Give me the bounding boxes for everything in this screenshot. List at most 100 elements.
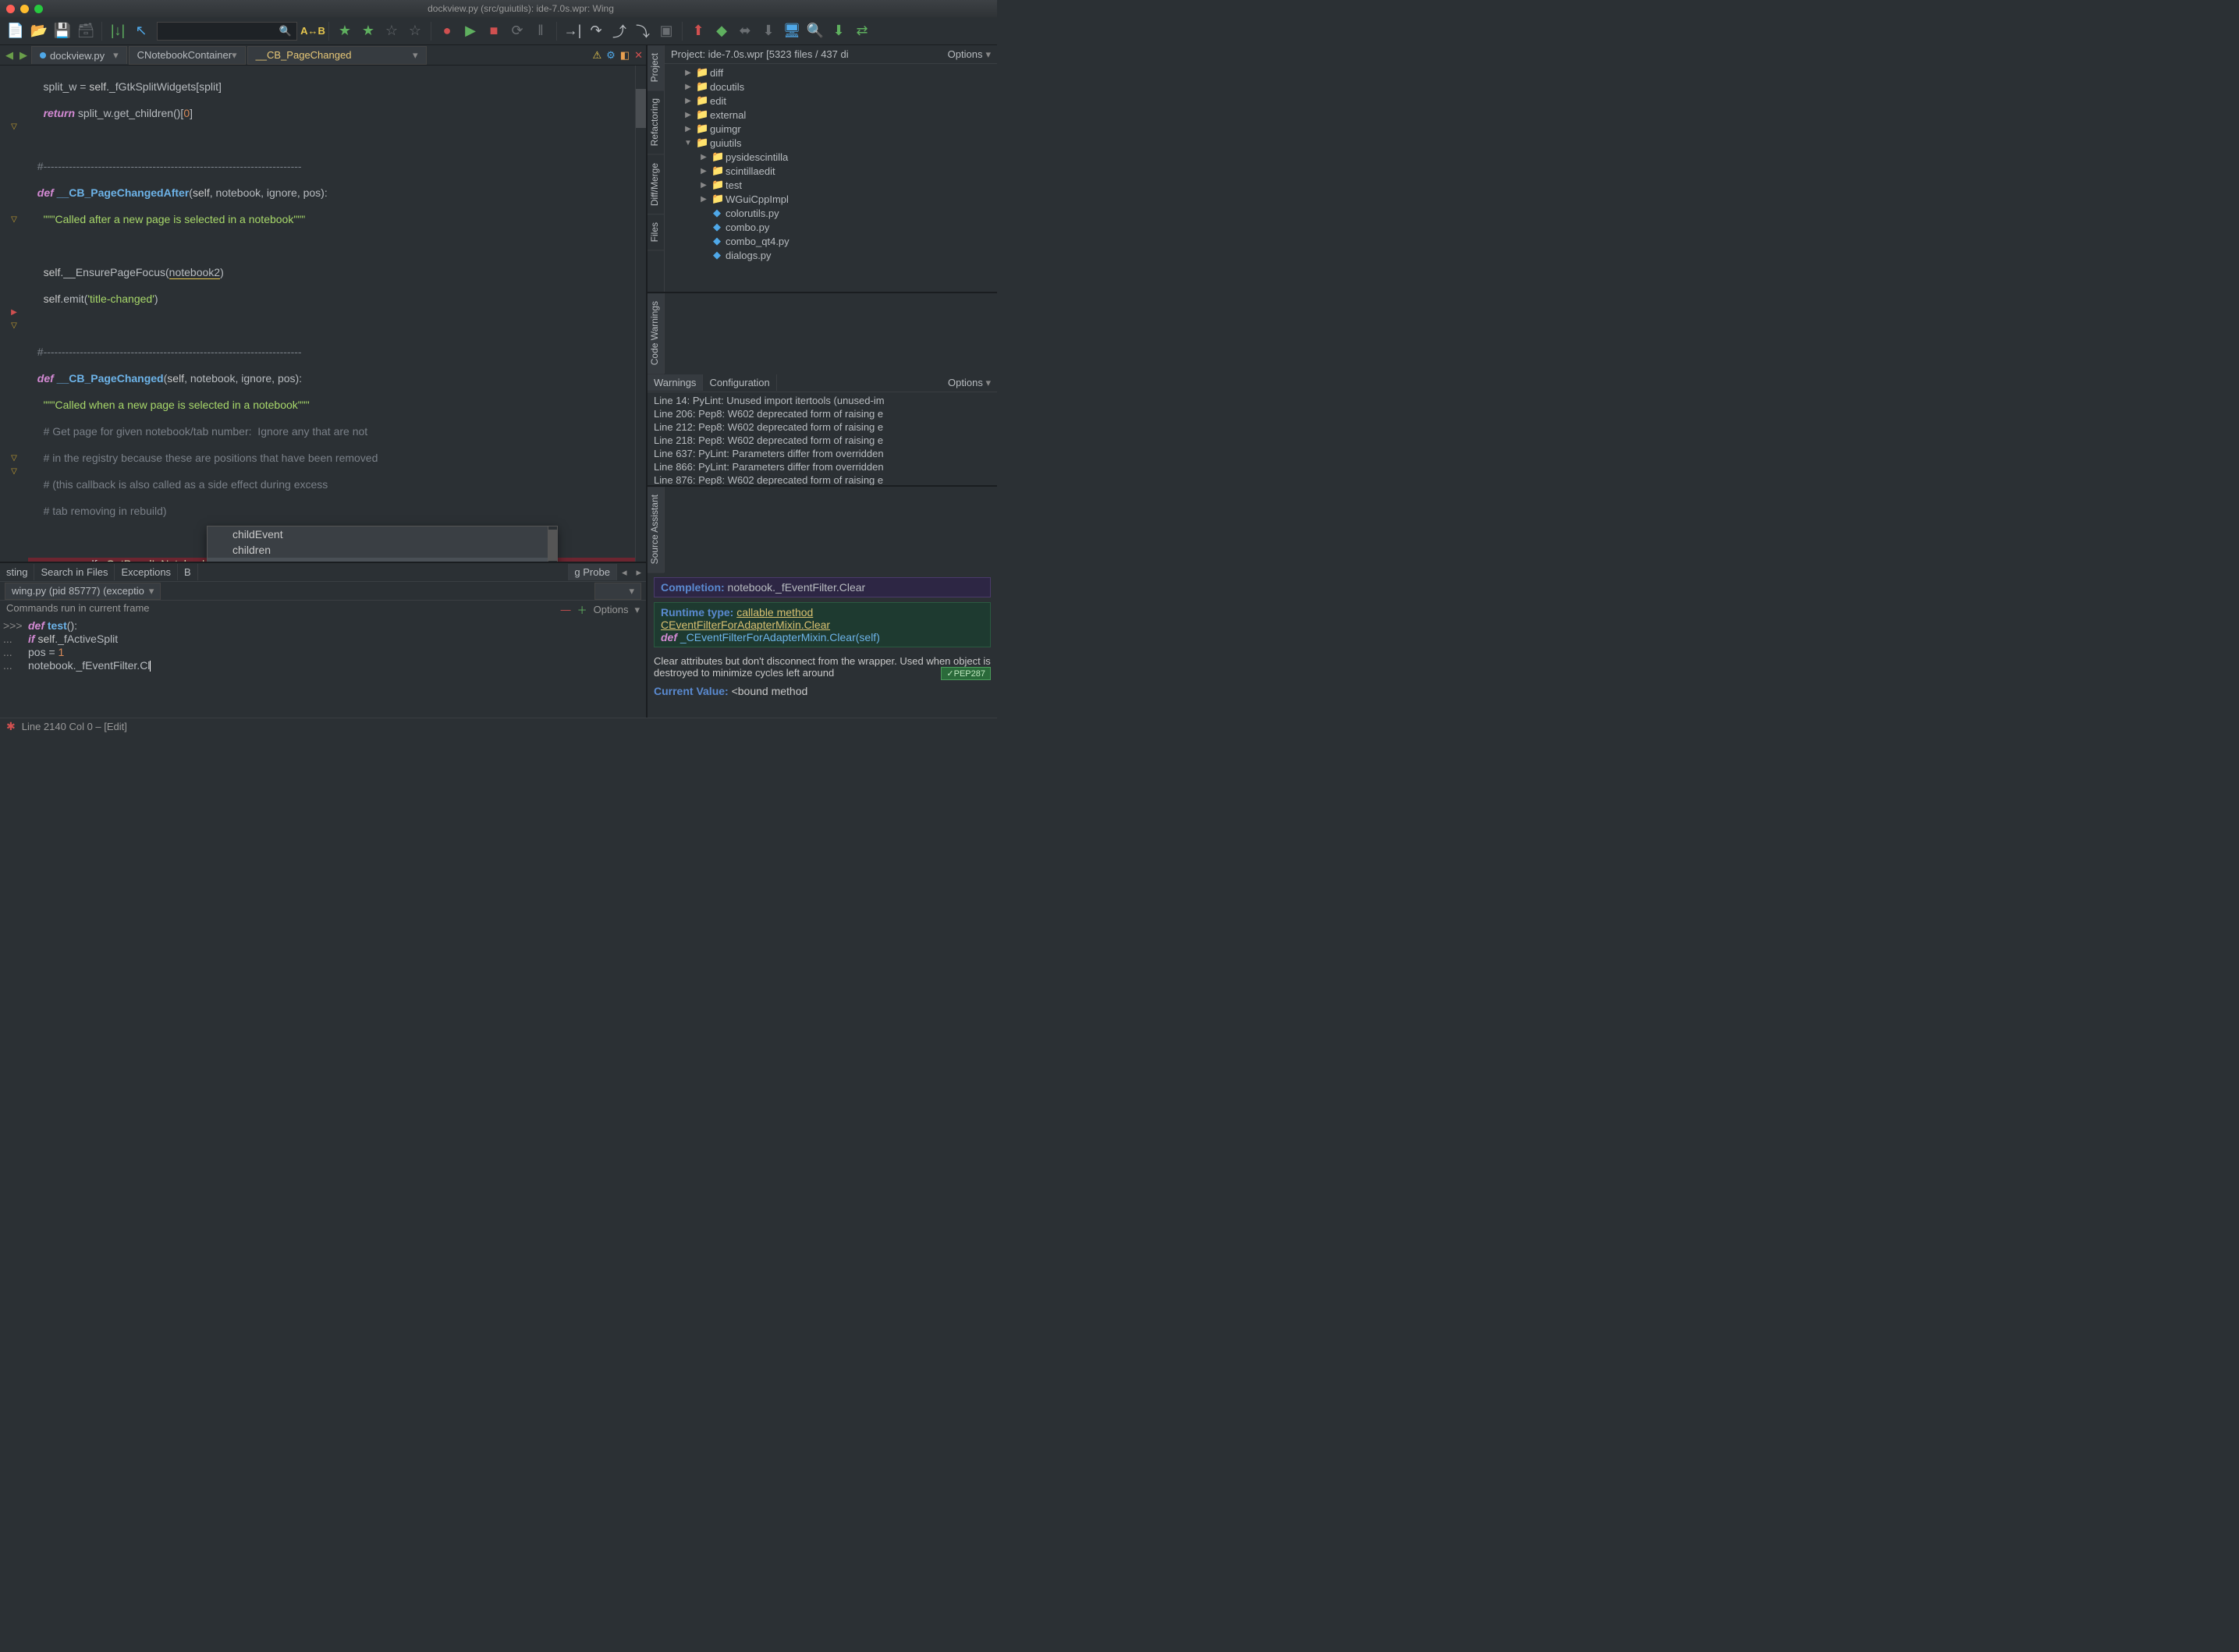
- breakpoint-button[interactable]: ●: [436, 20, 458, 42]
- project-options-button[interactable]: Options: [948, 48, 983, 60]
- debug-stop-button[interactable]: ■: [483, 20, 505, 42]
- debug-plus-button[interactable]: ＋: [577, 602, 587, 617]
- class-scope-dropdown[interactable]: CNotebookContainer ▾: [129, 46, 246, 65]
- tree-folder[interactable]: ▶📁WGuiCppImpl: [665, 192, 997, 206]
- debug-probe-editor[interactable]: >>>def test(): ... if self._fActiveSplit…: [0, 618, 646, 718]
- bottom-tab-search[interactable]: Search in Files: [34, 564, 115, 580]
- bookmark-prev-button[interactable]: ☆: [381, 20, 403, 42]
- autocomplete-item-selected[interactable]: Clear: [208, 558, 557, 562]
- close-window-button[interactable]: [6, 5, 15, 13]
- warning-item[interactable]: Line 218: Pep8: W602 deprecated form of …: [648, 434, 997, 447]
- tree-folder[interactable]: ▶📁scintillaedit: [665, 164, 997, 178]
- tree-folder-expanded[interactable]: ▼📁guiutils: [665, 136, 997, 150]
- step-out-button[interactable]: ⤴: [609, 20, 630, 42]
- history-back-button[interactable]: ◀: [3, 49, 16, 62]
- tab-scroll-left-button[interactable]: ◂: [617, 566, 632, 579]
- bottom-tab-b[interactable]: B: [178, 564, 198, 580]
- sync-button[interactable]: ⬌: [734, 20, 756, 42]
- bookmark-add-button[interactable]: ★: [334, 20, 356, 42]
- project-tree[interactable]: ▶📁diff ▶📁docutils ▶📁edit ▶📁external ▶📁gu…: [665, 64, 997, 292]
- warnings-options-button[interactable]: Options ▾: [942, 374, 997, 392]
- step-over-button[interactable]: ↷: [585, 20, 607, 42]
- configuration-tab[interactable]: Configuration: [703, 374, 776, 391]
- editor-tab-bar: ◀ ▶ dockview.py ▾ CNotebookContainer ▾ _…: [0, 45, 646, 66]
- tree-file[interactable]: ◆dialogs.py: [665, 248, 997, 262]
- debug-pause-button[interactable]: ‖: [530, 20, 552, 42]
- split-icon[interactable]: ◧: [620, 49, 630, 62]
- monitor-button[interactable]: 🖥: [781, 20, 803, 42]
- bookmark-clear-button[interactable]: ☆: [404, 20, 426, 42]
- autocomplete-scrollbar[interactable]: [548, 526, 557, 562]
- vtab-diff-merge[interactable]: Diff/Merge: [648, 155, 664, 214]
- new-file-button[interactable]: 📄: [5, 20, 27, 42]
- vtab-source-assistant[interactable]: Source Assistant: [648, 487, 664, 573]
- tree-folder[interactable]: ▶📁docutils: [665, 80, 997, 94]
- function-scope-dropdown[interactable]: __CB_PageChanged ▾: [247, 46, 427, 65]
- upload-button[interactable]: ⬆: [687, 20, 709, 42]
- function-scope-label: __CB_PageChanged: [256, 49, 352, 61]
- debug-frame-dropdown[interactable]: ▾: [594, 583, 641, 600]
- warnings-tab[interactable]: Warnings: [648, 374, 703, 391]
- warning-item[interactable]: Line 637: PyLint: Parameters differ from…: [648, 447, 997, 460]
- editor-scrollbar[interactable]: [635, 66, 646, 562]
- warning-item[interactable]: Line 866: PyLint: Parameters differ from…: [648, 460, 997, 473]
- debug-minus-button[interactable]: —: [561, 604, 571, 615]
- tree-folder[interactable]: ▶📁test: [665, 178, 997, 192]
- debug-process-dropdown[interactable]: wing.py (pid 85777) (exceptio ▾: [5, 583, 161, 600]
- minimize-window-button[interactable]: [20, 5, 29, 13]
- open-file-button[interactable]: 📂: [28, 20, 50, 42]
- warning-icon[interactable]: ⚠: [592, 49, 601, 62]
- warning-item[interactable]: Line 206: Pep8: W602 deprecated form of …: [648, 407, 997, 420]
- vtab-refactoring[interactable]: Refactoring: [648, 90, 664, 154]
- warnings-list[interactable]: Line 14: PyLint: Unused import itertools…: [648, 392, 997, 485]
- diff-button[interactable]: ◆: [711, 20, 733, 42]
- editor-gutter[interactable]: ▽ ▽ ▶ ▽ ▽ ▽: [0, 66, 28, 562]
- bottom-tab-exceptions[interactable]: Exceptions: [115, 564, 178, 580]
- warning-item[interactable]: Line 14: PyLint: Unused import itertools…: [648, 394, 997, 407]
- warning-item[interactable]: Line 876: Pep8: W602 deprecated form of …: [648, 473, 997, 485]
- bottom-tab-testing[interactable]: sting: [0, 564, 34, 580]
- stack-up-button[interactable]: ▣: [655, 20, 677, 42]
- options-icon[interactable]: ⚙: [606, 49, 616, 62]
- tree-folder[interactable]: ▶📁pysidescintilla: [665, 150, 997, 164]
- maximize-window-button[interactable]: [34, 5, 43, 13]
- search-symbol-button[interactable]: 🔍: [804, 20, 826, 42]
- save-all-button[interactable]: 🗃: [75, 20, 97, 42]
- vtab-code-warnings[interactable]: Code Warnings: [648, 293, 664, 374]
- pull-button[interactable]: ⬇: [828, 20, 850, 42]
- refresh-button[interactable]: ⇄: [851, 20, 873, 42]
- autocomplete-item[interactable]: childEvent: [208, 526, 557, 542]
- goto-button[interactable]: ↖: [130, 20, 152, 42]
- close-tab-button[interactable]: ✕: [634, 49, 643, 62]
- bookmark-next-button[interactable]: ★: [357, 20, 379, 42]
- tree-folder[interactable]: ▶📁diff: [665, 66, 997, 80]
- debug-restart-button[interactable]: ⟳: [506, 20, 528, 42]
- tree-file[interactable]: ◆colorutils.py: [665, 206, 997, 220]
- vtab-project[interactable]: Project: [648, 45, 664, 90]
- find-replace-button[interactable]: A↔B: [302, 20, 324, 42]
- step-into-button[interactable]: →|: [562, 20, 584, 42]
- history-forward-button[interactable]: ▶: [17, 49, 30, 62]
- file-tab-dockview[interactable]: dockview.py ▾: [31, 46, 127, 64]
- goto-def-button[interactable]: |↓|: [107, 20, 129, 42]
- tree-folder[interactable]: ▶📁edit: [665, 94, 997, 108]
- tab-scroll-right-button[interactable]: ▸: [631, 566, 646, 579]
- bug-icon[interactable]: ✱: [6, 720, 16, 733]
- tree-file[interactable]: ◆combo.py: [665, 220, 997, 234]
- step-return-button[interactable]: ⤵: [632, 20, 654, 42]
- warning-item[interactable]: Line 212: Pep8: W602 deprecated form of …: [648, 420, 997, 434]
- tree-folder[interactable]: ▶📁external: [665, 108, 997, 122]
- runtime-type-box: Runtime type: callable method CEventFilt…: [654, 602, 991, 647]
- vtab-files[interactable]: Files: [648, 214, 664, 250]
- tree-folder[interactable]: ▶📁guimgr: [665, 122, 997, 136]
- bottom-tab-debug-probe[interactable]: g Probe: [568, 564, 617, 580]
- tree-file[interactable]: ◆combo_qt4.py: [665, 234, 997, 248]
- debug-run-button[interactable]: ▶: [460, 20, 481, 42]
- autocomplete-item[interactable]: children: [208, 542, 557, 558]
- debug-options-button[interactable]: Options: [594, 604, 629, 615]
- save-button[interactable]: 💾: [51, 20, 73, 42]
- download-button[interactable]: ⬇: [758, 20, 779, 42]
- toolbar-search-input[interactable]: 🔍: [157, 22, 297, 41]
- autocomplete-popup[interactable]: childEvent children Clear connectNotify …: [207, 526, 558, 562]
- code-editor[interactable]: split_w = self._fGtkSplitWidgets[split] …: [28, 66, 635, 562]
